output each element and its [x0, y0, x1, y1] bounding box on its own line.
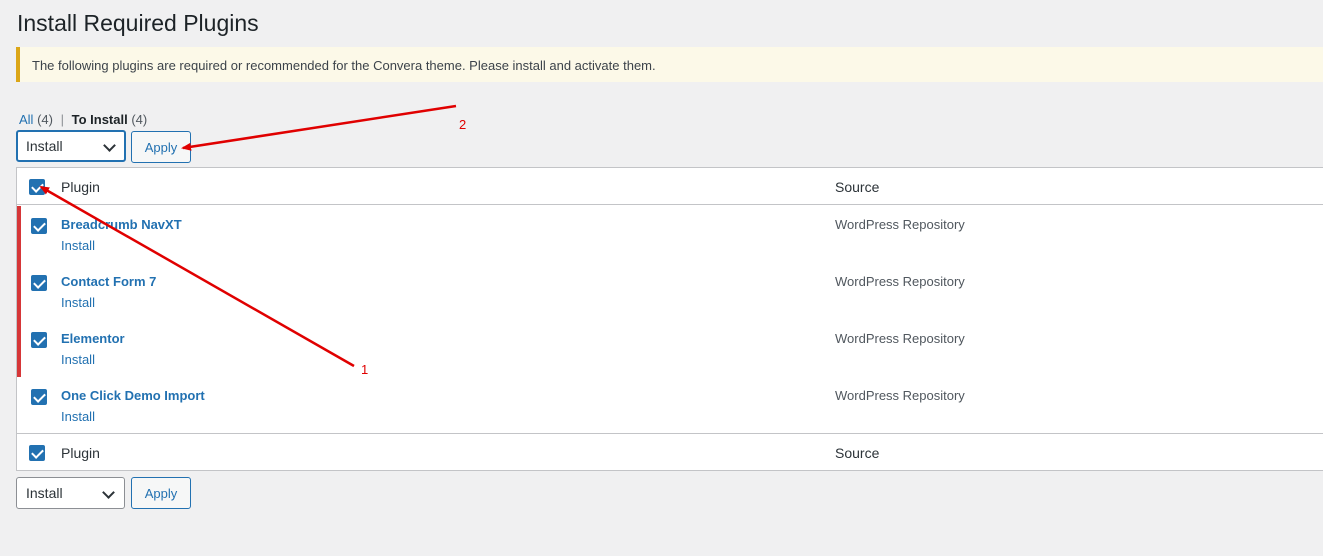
status-filters: All (4) | To Install (4)	[19, 112, 147, 127]
row-checkbox[interactable]	[31, 389, 47, 405]
annotation-label-2: 2	[459, 117, 467, 132]
row-checkbox[interactable]	[31, 218, 47, 234]
page-title: Install Required Plugins	[17, 10, 259, 36]
plugin-source: WordPress Repository	[835, 331, 965, 346]
filter-all-count: (4)	[37, 112, 53, 127]
bulk-action-select-top[interactable]: Install	[16, 130, 126, 162]
column-footer-source[interactable]: Source	[835, 445, 879, 461]
table-row: Breadcrumb NavXT Install WordPress Repos…	[17, 206, 1323, 263]
annotation-label-1: 1	[361, 362, 369, 377]
table-row: Contact Form 7 Install WordPress Reposit…	[17, 263, 1323, 320]
plugin-name-link[interactable]: Contact Form 7	[61, 274, 156, 289]
table-footer: Plugin Source	[17, 433, 1323, 470]
install-link[interactable]: Install	[61, 352, 95, 367]
column-header-source[interactable]: Source	[835, 179, 879, 195]
table-row: Elementor Install WordPress Repository	[17, 320, 1323, 377]
plugin-name-link[interactable]: Breadcrumb NavXT	[61, 217, 182, 232]
plugin-source: WordPress Repository	[835, 274, 965, 289]
table-header: Plugin Source	[17, 168, 1323, 205]
plugins-table: Plugin Source Breadcrumb NavXT Install W…	[16, 167, 1323, 471]
plugin-source: WordPress Repository	[835, 217, 965, 232]
bulk-action-select-bottom[interactable]: Install	[16, 477, 125, 509]
plugin-source: WordPress Repository	[835, 388, 965, 403]
install-link[interactable]: Install	[61, 409, 95, 424]
bulk-action-selected-value: Install	[26, 138, 63, 154]
plugin-name-link[interactable]: Elementor	[61, 331, 125, 346]
bulk-action-selected-value: Install	[26, 485, 63, 501]
table-row: One Click Demo Import Install WordPress …	[17, 377, 1323, 434]
apply-button-top[interactable]: Apply	[131, 131, 191, 163]
required-plugins-notice: The following plugins are required or re…	[16, 47, 1323, 82]
column-footer-plugin[interactable]: Plugin	[61, 445, 100, 461]
row-checkbox[interactable]	[31, 275, 47, 291]
install-link[interactable]: Install	[61, 295, 95, 310]
notice-text: The following plugins are required or re…	[32, 58, 656, 73]
plugin-name-link[interactable]: One Click Demo Import	[61, 388, 205, 403]
select-all-checkbox[interactable]	[29, 179, 45, 195]
chevron-down-icon	[103, 139, 116, 152]
filter-all-link[interactable]: All	[19, 112, 33, 127]
select-all-checkbox-footer[interactable]	[29, 445, 45, 461]
filter-separator: |	[60, 112, 64, 127]
filter-to-install-link[interactable]: To Install	[72, 112, 128, 127]
filter-to-install-count: (4)	[131, 112, 148, 127]
annotation-arrow-2	[181, 104, 457, 151]
row-checkbox[interactable]	[31, 332, 47, 348]
column-header-plugin[interactable]: Plugin	[61, 179, 100, 195]
chevron-down-icon	[102, 486, 115, 499]
install-link[interactable]: Install	[61, 238, 95, 253]
apply-button-bottom[interactable]: Apply	[131, 477, 191, 509]
